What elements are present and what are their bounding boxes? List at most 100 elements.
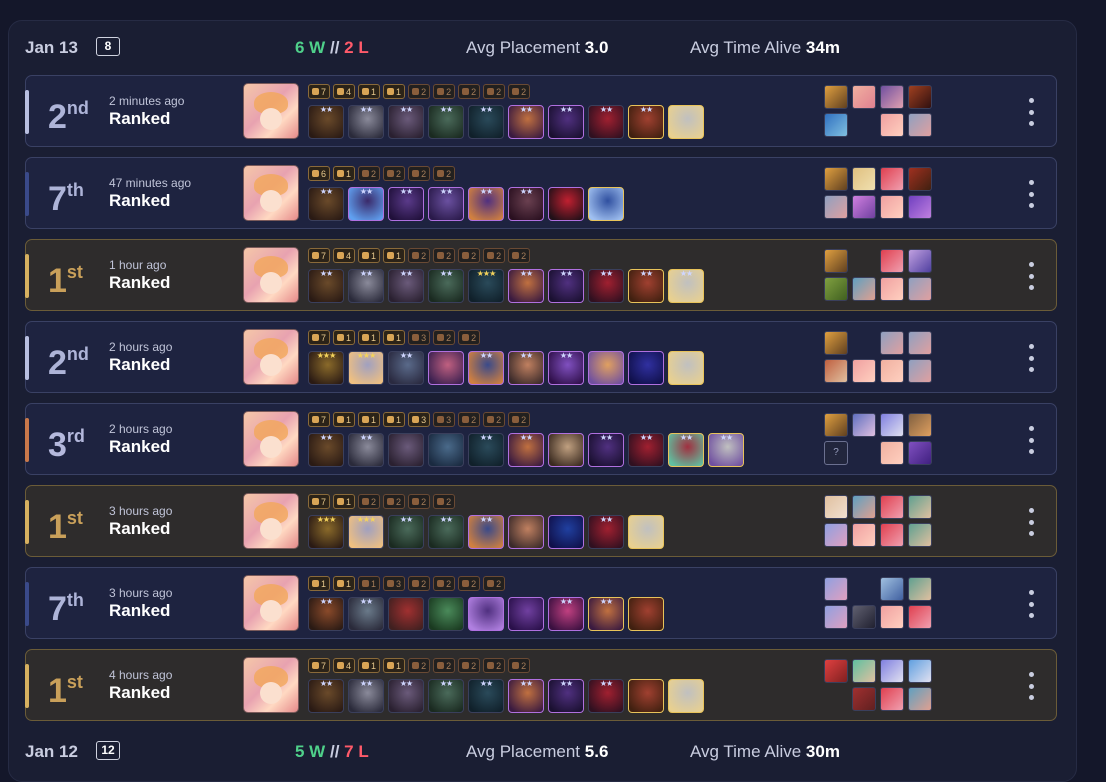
champion-unit[interactable]: ★★ [468,515,504,549]
champion-unit[interactable]: ★★ [548,597,584,631]
lobby-player-icon[interactable] [852,605,876,629]
champion-unit[interactable] [388,433,424,467]
lobby-player-icon[interactable] [880,85,904,109]
lobby-player-icon[interactable] [908,167,932,191]
match-row[interactable]: 1st 1 hour ago Ranked 7 4 1 1 2 2 2 2 2 ★★ ★★ ★★ ★★ ★★★ ★… [25,239,1057,311]
champion-unit[interactable] [588,351,624,385]
match-row[interactable]: 1st 4 hours ago Ranked 7 4 1 1 2 2 2 2 2 ★★ ★★ ★★ ★★ ★★ ★… [25,649,1057,721]
champion-unit[interactable]: ★★ [588,515,624,549]
champion-unit[interactable]: ★★ [508,105,544,139]
lobby-player-icon[interactable] [908,413,932,437]
champion-unit[interactable] [628,597,664,631]
champion-unit[interactable]: ★★ [628,269,664,303]
lobby-player-icon[interactable] [852,687,876,711]
champion-unit[interactable]: ★★ [468,351,504,385]
champion-unit[interactable] [668,679,704,713]
champion-unit[interactable] [548,515,584,549]
lobby-player-icon[interactable] [908,659,932,683]
champion-unit[interactable]: ★★ [508,679,544,713]
lobby-player-icon[interactable] [908,687,932,711]
champion-unit[interactable]: ★★★ [308,351,344,385]
champion-unit[interactable]: ★★ [588,269,624,303]
champion-unit[interactable]: ★★ [308,679,344,713]
lobby-player-icon[interactable] [824,523,848,547]
lobby-player-icon[interactable] [824,85,848,109]
champion-unit[interactable]: ★★ [428,105,464,139]
more-options-icon[interactable] [1022,98,1040,126]
lobby-player-icon[interactable] [852,523,876,547]
lobby-player-icon[interactable] [908,195,932,219]
lobby-player-icon[interactable] [824,167,848,191]
champion-unit[interactable]: ★★ [428,679,464,713]
champion-unit[interactable]: ★★ [548,351,584,385]
lobby-player-icon[interactable] [880,331,904,355]
champion-unit[interactable]: ★★ [308,105,344,139]
champion-unit[interactable] [508,515,544,549]
lobby-player-icon[interactable] [852,659,876,683]
more-options-icon[interactable] [1022,180,1040,208]
lobby-player-icon[interactable] [852,413,876,437]
lobby-player-icon[interactable] [824,413,848,437]
champion-unit[interactable] [428,433,464,467]
champion-unit[interactable]: ★★ [348,187,384,221]
champion-unit[interactable] [668,105,704,139]
lobby-player-icon[interactable] [908,331,932,355]
lobby-player-icon[interactable] [852,85,876,109]
champion-unit[interactable]: ★★ [388,105,424,139]
champion-unit[interactable] [508,597,544,631]
champion-unit[interactable]: ★★★ [348,351,384,385]
lobby-player-icon[interactable] [824,495,848,519]
champion-unit[interactable]: ★★ [548,105,584,139]
champion-unit[interactable]: ★★★ [308,515,344,549]
lobby-player-icon[interactable] [880,249,904,273]
lobby-player-icon[interactable] [852,359,876,383]
lobby-player-icon[interactable] [908,605,932,629]
champion-unit[interactable]: ★★ [348,679,384,713]
lobby-player-icon[interactable] [880,577,904,601]
lobby-player-icon[interactable] [908,277,932,301]
lobby-player-icon[interactable] [880,113,904,137]
champion-unit[interactable] [468,597,504,631]
lobby-player-icon[interactable] [880,441,904,465]
champion-unit[interactable]: ★★ [588,597,624,631]
champion-unit[interactable]: ★★ [628,105,664,139]
champion-unit[interactable]: ★★ [548,679,584,713]
champion-unit[interactable] [388,597,424,631]
lobby-player-icon[interactable] [824,249,848,273]
lobby-player-icon[interactable] [824,577,848,601]
champion-unit[interactable]: ★★ [588,433,624,467]
champion-unit[interactable]: ★★ [308,187,344,221]
lobby-player-icon[interactable] [880,687,904,711]
lobby-player-icon[interactable] [824,659,848,683]
champion-unit[interactable]: ★★ [388,269,424,303]
champion-unit[interactable]: ★★ [348,433,384,467]
lobby-player-icon[interactable] [880,167,904,191]
lobby-player-icon[interactable] [880,195,904,219]
lobby-player-icon[interactable] [908,359,932,383]
champion-unit[interactable]: ★★ [348,105,384,139]
lobby-player-icon[interactable] [908,523,932,547]
lobby-player-icon[interactable] [824,605,848,629]
match-row[interactable]: 7th 3 hours ago Ranked 1 1 1 3 2 2 2 2 ★★ ★★ ★★ ★★ [25,567,1057,639]
champion-unit[interactable] [588,187,624,221]
more-options-icon[interactable] [1022,262,1040,290]
champion-unit[interactable]: ★★ [388,351,424,385]
lobby-player-icon[interactable] [852,495,876,519]
champion-unit[interactable] [548,187,584,221]
champion-unit[interactable]: ★★ [468,105,504,139]
lobby-player-icon[interactable] [824,359,848,383]
champion-unit[interactable]: ★★ [628,433,664,467]
lobby-player-icon[interactable] [852,277,876,301]
lobby-player-icon[interactable] [908,249,932,273]
more-options-icon[interactable] [1022,344,1040,372]
lobby-player-icon[interactable] [908,495,932,519]
champion-unit[interactable]: ★★ [548,269,584,303]
champion-unit[interactable]: ★★ [388,187,424,221]
champion-unit[interactable]: ★★ [508,187,544,221]
more-options-icon[interactable] [1022,508,1040,536]
more-options-icon[interactable] [1022,426,1040,454]
lobby-player-icon[interactable] [880,359,904,383]
lobby-player-icon[interactable] [824,277,848,301]
match-row[interactable]: 2nd 2 hours ago Ranked 7 1 1 1 3 2 2 ★★★ ★★★ ★★ ★★ ★★ ★… [25,321,1057,393]
lobby-player-icon[interactable] [908,85,932,109]
